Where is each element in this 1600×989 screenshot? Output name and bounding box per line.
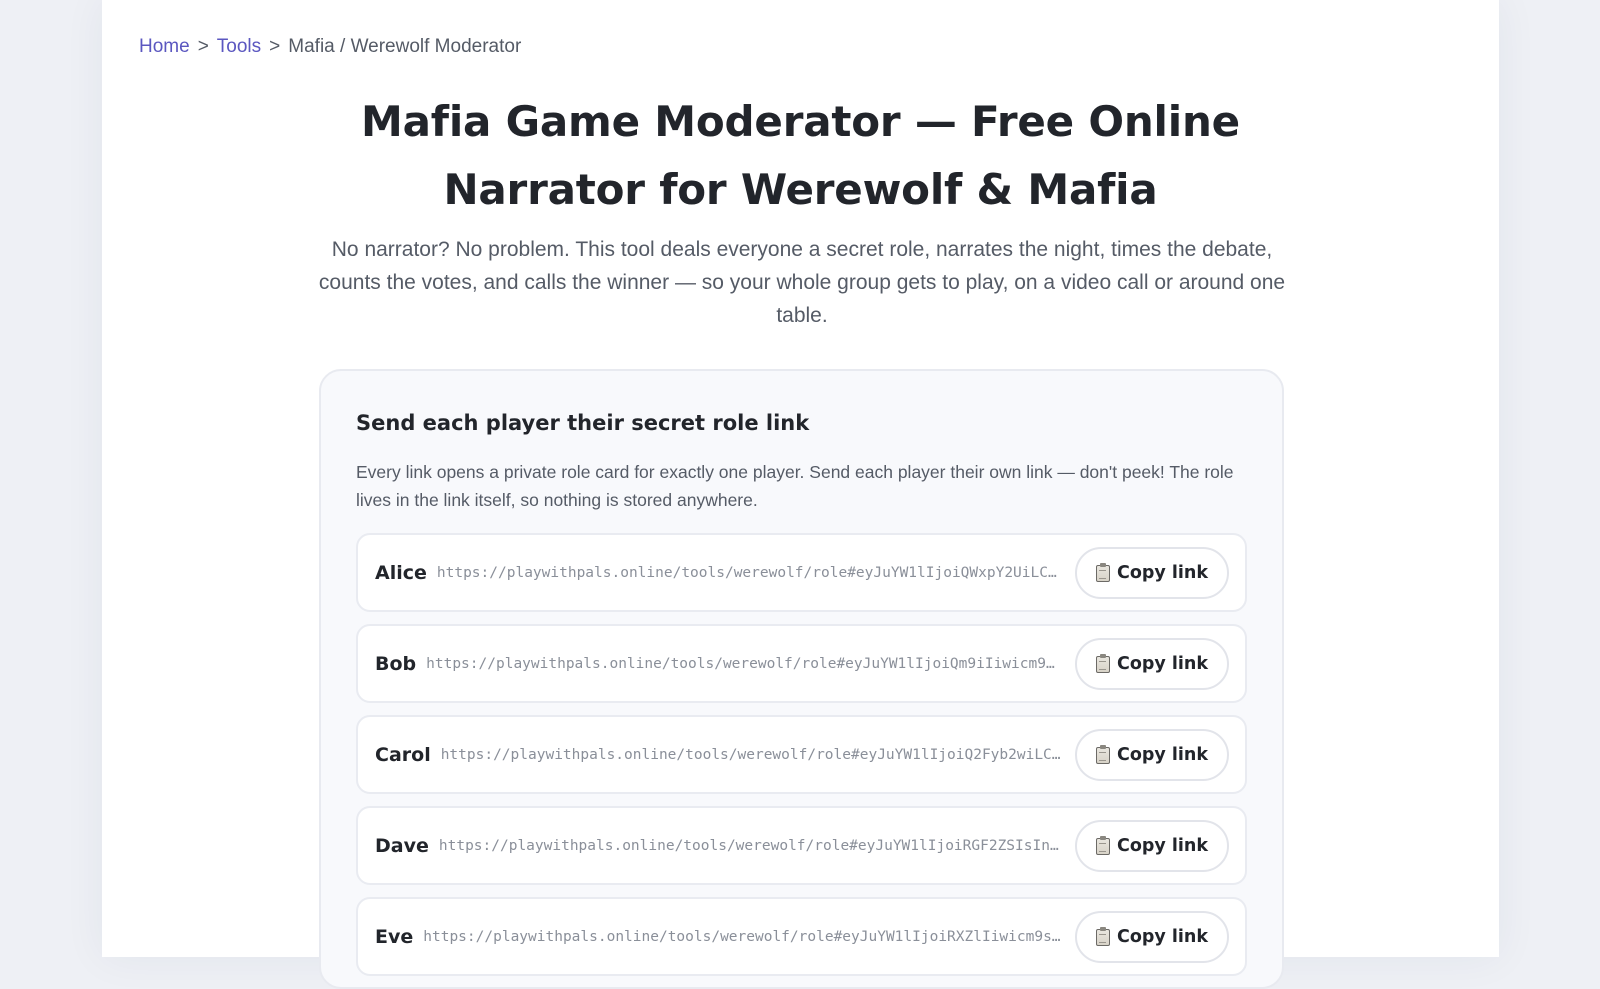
player-link-row: Carol https://playwithpals.online/tools/… — [356, 715, 1247, 794]
clipboard-icon — [1096, 836, 1110, 855]
copy-link-label: Copy link — [1117, 926, 1208, 947]
breadcrumb-separator: > — [269, 36, 281, 57]
clipboard-icon — [1096, 745, 1110, 764]
copy-link-button[interactable]: Copy link — [1075, 910, 1229, 963]
breadcrumb: Home > Tools > Mafia / Werewolf Moderator — [139, 36, 521, 58]
copy-link-button[interactable]: Copy link — [1075, 728, 1229, 781]
role-link-url[interactable]: https://playwithpals.online/tools/werewo… — [426, 656, 1063, 672]
copy-link-label: Copy link — [1117, 744, 1208, 765]
page-title-line-1: Mafia Game Moderator — Free Online — [361, 97, 1240, 146]
breadcrumb-current: Mafia / Werewolf Moderator — [288, 36, 522, 57]
copy-link-button[interactable]: Copy link — [1075, 546, 1229, 599]
copy-link-button[interactable]: Copy link — [1075, 819, 1229, 872]
card-description: Every link opens a private role card for… — [356, 462, 1234, 510]
player-link-row: Eve https://playwithpals.online/tools/we… — [356, 897, 1247, 976]
player-link-row: Dave https://playwithpals.online/tools/w… — [356, 806, 1247, 885]
page-subtitle: No narrator? No problem. This tool deals… — [318, 238, 1286, 327]
player-name: Bob — [375, 652, 417, 675]
role-link-url[interactable]: https://playwithpals.online/tools/werewo… — [439, 838, 1063, 854]
player-name: Carol — [375, 743, 431, 766]
page-title-line-2: Narrator for Werewolf & Mafia — [443, 165, 1158, 214]
copy-link-button[interactable]: Copy link — [1075, 637, 1229, 690]
card-title: Send each player their secret role link — [356, 411, 810, 435]
player-link-list: Alice https://playwithpals.online/tools/… — [356, 533, 1247, 988]
copy-link-label: Copy link — [1117, 835, 1208, 856]
clipboard-icon — [1096, 654, 1110, 673]
copy-link-label: Copy link — [1117, 562, 1208, 583]
role-link-url[interactable]: https://playwithpals.online/tools/werewo… — [423, 929, 1063, 945]
breadcrumb-tools-link[interactable]: Tools — [217, 36, 261, 57]
copy-link-label: Copy link — [1117, 653, 1208, 674]
page-title: Mafia Game Moderator — Free Online Narra… — [102, 88, 1499, 224]
page-container: Home > Tools > Mafia / Werewolf Moderator Ma… — [102, 0, 1499, 989]
role-link-url[interactable]: https://playwithpals.online/tools/werewo… — [441, 747, 1063, 763]
player-link-row: Bob https://playwithpals.online/tools/we… — [356, 624, 1247, 703]
clipboard-icon — [1096, 927, 1110, 946]
breadcrumb-home-link[interactable]: Home — [139, 36, 190, 57]
role-links-card: Send each player their secret role link … — [319, 369, 1284, 989]
role-link-url[interactable]: https://playwithpals.online/tools/werewo… — [437, 565, 1063, 581]
player-name: Alice — [375, 561, 427, 584]
player-name: Eve — [375, 925, 414, 948]
player-link-row: Alice https://playwithpals.online/tools/… — [356, 533, 1247, 612]
breadcrumb-separator: > — [197, 36, 209, 57]
clipboard-icon — [1096, 563, 1110, 582]
player-name: Dave — [375, 834, 429, 857]
